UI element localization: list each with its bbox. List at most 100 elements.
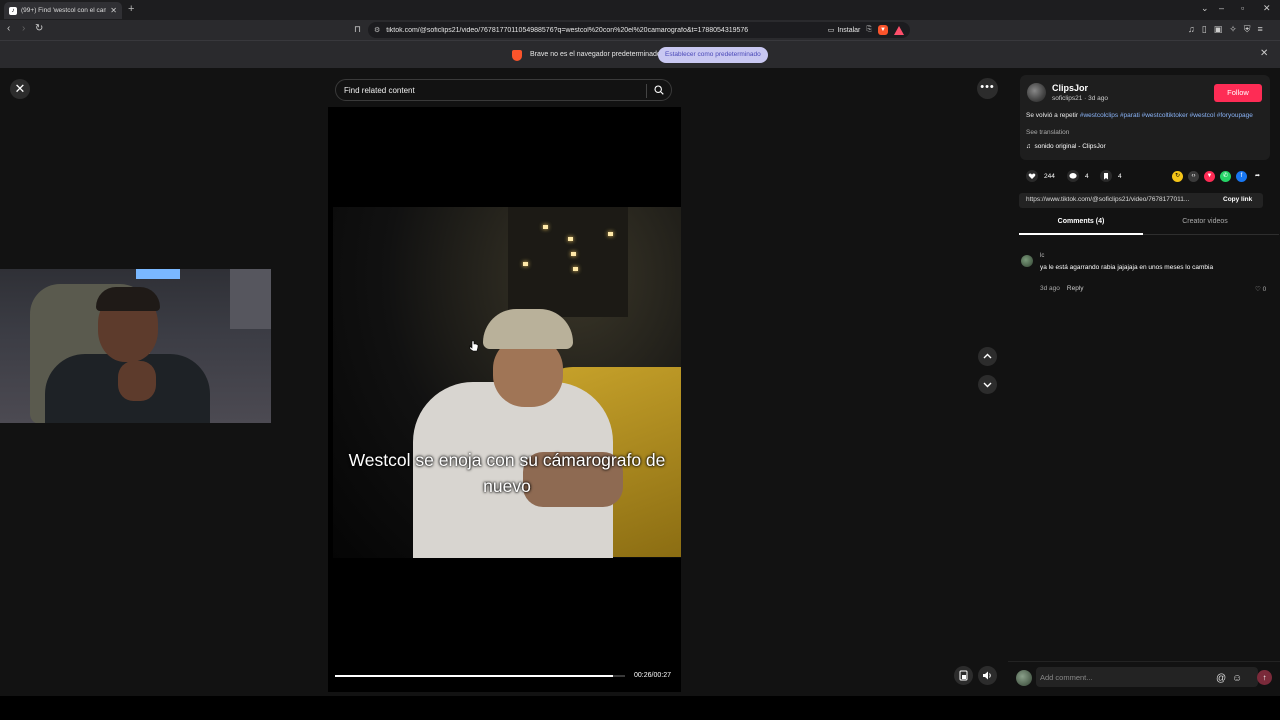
send-comment-button[interactable]: ↑ (1257, 670, 1272, 685)
minimize-icon[interactable]: – (1219, 3, 1224, 13)
building-light (523, 262, 528, 266)
webcam-person-hair (96, 287, 160, 311)
comment-meta: 3d ago Reply (1040, 285, 1084, 292)
emoji-icon[interactable]: ☺ (1232, 673, 1242, 684)
whatsapp-icon[interactable]: ✆ (1220, 171, 1231, 182)
taskbar-strip (0, 696, 1280, 720)
comment-button[interactable]: 4 (1067, 170, 1089, 182)
toolbar-right-tools: ♫ ▯ ▣ ✧ ⛨ ≡ (1188, 24, 1263, 35)
window-close-icon[interactable]: ✕ (1263, 3, 1271, 14)
building-light (571, 252, 576, 256)
tab-comments[interactable]: Comments (4) (1019, 218, 1143, 225)
wallet-icon[interactable]: ▣ (1214, 24, 1223, 35)
share-arrow-icon[interactable]: ➦ (1252, 171, 1263, 182)
comment-composer: Add comment... @ ☺ ↑ (1008, 661, 1280, 696)
install-icon: ▭ (827, 27, 835, 34)
creator-card: ClipsJor soficlips21 · 3d ago Follow Se … (1020, 75, 1270, 160)
comment-time: 3d ago (1040, 285, 1060, 292)
details-panel: ClipsJor soficlips21 · 3d ago Follow Se … (1008, 68, 1280, 696)
progress-bar[interactable] (335, 675, 625, 677)
comment-reply-button[interactable]: Reply (1067, 285, 1084, 292)
creator-avatar[interactable] (1027, 83, 1046, 102)
comment-text: ya le está agarrando rabia jajajaja en u… (1040, 264, 1214, 271)
webcam-person-hand (118, 361, 156, 401)
send-to-friends-icon[interactable]: ▼ (1204, 171, 1215, 182)
webcam-monitor (136, 269, 180, 279)
menu-icon[interactable]: ≡ (1258, 24, 1263, 35)
media-icon[interactable]: ♫ (1188, 24, 1195, 35)
back-icon[interactable]: ‹ (7, 23, 10, 34)
comment-user[interactable]: lc (1040, 253, 1044, 259)
browser-tab[interactable]: ♪ (99+) Find 'westcol con el cam ✕ (4, 2, 122, 19)
comment-icon (1067, 170, 1079, 182)
comment-item: lc ya le está agarrando rabia jajajaja e… (1021, 253, 1271, 295)
save-count: 4 (1118, 172, 1122, 180)
tiktok-favicon-icon: ♪ (9, 6, 17, 15)
brave-shields-icon[interactable]: ▼ (878, 25, 888, 35)
picture-in-picture-button[interactable] (954, 666, 973, 685)
browser-tabbar: ♪ (99+) Find 'westcol con el cam ✕ + ⌄ –… (0, 0, 1280, 20)
building-light (543, 225, 548, 229)
mention-icon[interactable]: @ (1216, 673, 1226, 684)
see-translation-link[interactable]: See translation (1026, 129, 1069, 136)
translate-icon[interactable]: ⎘ (866, 26, 872, 34)
reload-icon[interactable]: ↻ (35, 23, 43, 34)
creator-handle: soficlips21 · 3d ago (1052, 95, 1109, 102)
person-cap (483, 309, 573, 349)
heart-icon (1026, 170, 1038, 182)
volume-button[interactable] (978, 666, 997, 685)
copy-link-box: https://www.tiktok.com/@soficlips21/vide… (1019, 193, 1263, 208)
tab-search-chevron-icon[interactable]: ⌄ (1201, 3, 1209, 14)
brave-shield-icon (512, 50, 522, 61)
install-label: Instalar (837, 26, 861, 34)
url-text: tiktok.com/@soficlips21/video/7678177011… (386, 26, 749, 34)
building-light (608, 232, 613, 236)
follow-button[interactable]: Follow (1214, 84, 1262, 102)
set-default-button[interactable]: Establecer como predeterminado (658, 47, 768, 63)
facebook-icon[interactable]: f (1236, 171, 1247, 182)
like-button[interactable]: 244 (1026, 170, 1055, 182)
restore-icon[interactable]: ▫ (1241, 3, 1244, 13)
video-frame[interactable]: Westcol se enoja con su cámarografo de n… (333, 207, 681, 558)
install-button[interactable]: ▭ Instalar (827, 26, 861, 35)
share-link-text: https://www.tiktok.com/@soficlips21/vide… (1026, 196, 1190, 203)
comment-count: 4 (1085, 172, 1089, 180)
comment-avatar[interactable] (1021, 255, 1033, 267)
close-video-button[interactable]: ✕ (10, 79, 30, 99)
address-bar[interactable]: ⚙ tiktok.com/@soficlips21/video/76781770… (368, 22, 910, 38)
more-options-button[interactable]: ••• (977, 78, 998, 99)
mouse-cursor-icon (469, 340, 479, 352)
video-caption: Westcol se enoja con su cámarografo de n… (348, 450, 666, 496)
comment-like-button[interactable]: ♡ 0 (1255, 285, 1266, 293)
like-count: 244 (1044, 172, 1055, 180)
forward-icon[interactable]: › (22, 23, 25, 34)
tab-creator-videos[interactable]: Creator videos (1143, 218, 1267, 225)
bookmark-icon[interactable]: ⊓ (354, 24, 361, 35)
embed-icon[interactable]: ‹› (1188, 171, 1199, 182)
leo-icon[interactable]: ✧ (1229, 24, 1237, 35)
search-input[interactable]: Find related content (344, 86, 415, 95)
new-tab-icon[interactable]: + (128, 3, 134, 15)
previous-video-button[interactable] (978, 347, 997, 366)
repost-icon[interactable]: ↻ (1172, 171, 1183, 182)
tab-close-icon[interactable]: ✕ (110, 6, 117, 15)
search-icon[interactable] (654, 85, 664, 95)
next-video-button[interactable] (978, 375, 997, 394)
creator-name[interactable]: ClipsJor (1052, 83, 1088, 93)
sidebar-icon[interactable]: ▯ (1202, 24, 1207, 35)
sound-link[interactable]: ♫ sonido original - ClipsJor (1026, 143, 1106, 150)
video-description: Se volvió a repetir #westcolclips #parat… (1026, 112, 1262, 121)
vpn-icon[interactable]: ⛨ (1244, 24, 1251, 35)
sound-label: sonido original - ClipsJor (1034, 143, 1106, 150)
progress-time: 00:26/00:27 (634, 672, 671, 679)
default-browser-infobar: Brave no es el navegador predeterminado … (0, 40, 1280, 68)
infobar-close-icon[interactable]: ✕ (1260, 48, 1268, 59)
site-info-icon[interactable]: ⚙ (374, 26, 380, 34)
brave-rewards-icon[interactable] (894, 25, 904, 35)
chevron-up-icon (983, 353, 992, 359)
webcam-overlay (0, 269, 271, 423)
copy-link-button[interactable]: Copy link (1223, 196, 1252, 203)
hashtags[interactable]: #westcolclips #parati #westcoltiktoker #… (1080, 112, 1253, 119)
save-button[interactable]: 4 (1100, 170, 1122, 182)
search-bar[interactable]: Find related content (335, 79, 672, 101)
